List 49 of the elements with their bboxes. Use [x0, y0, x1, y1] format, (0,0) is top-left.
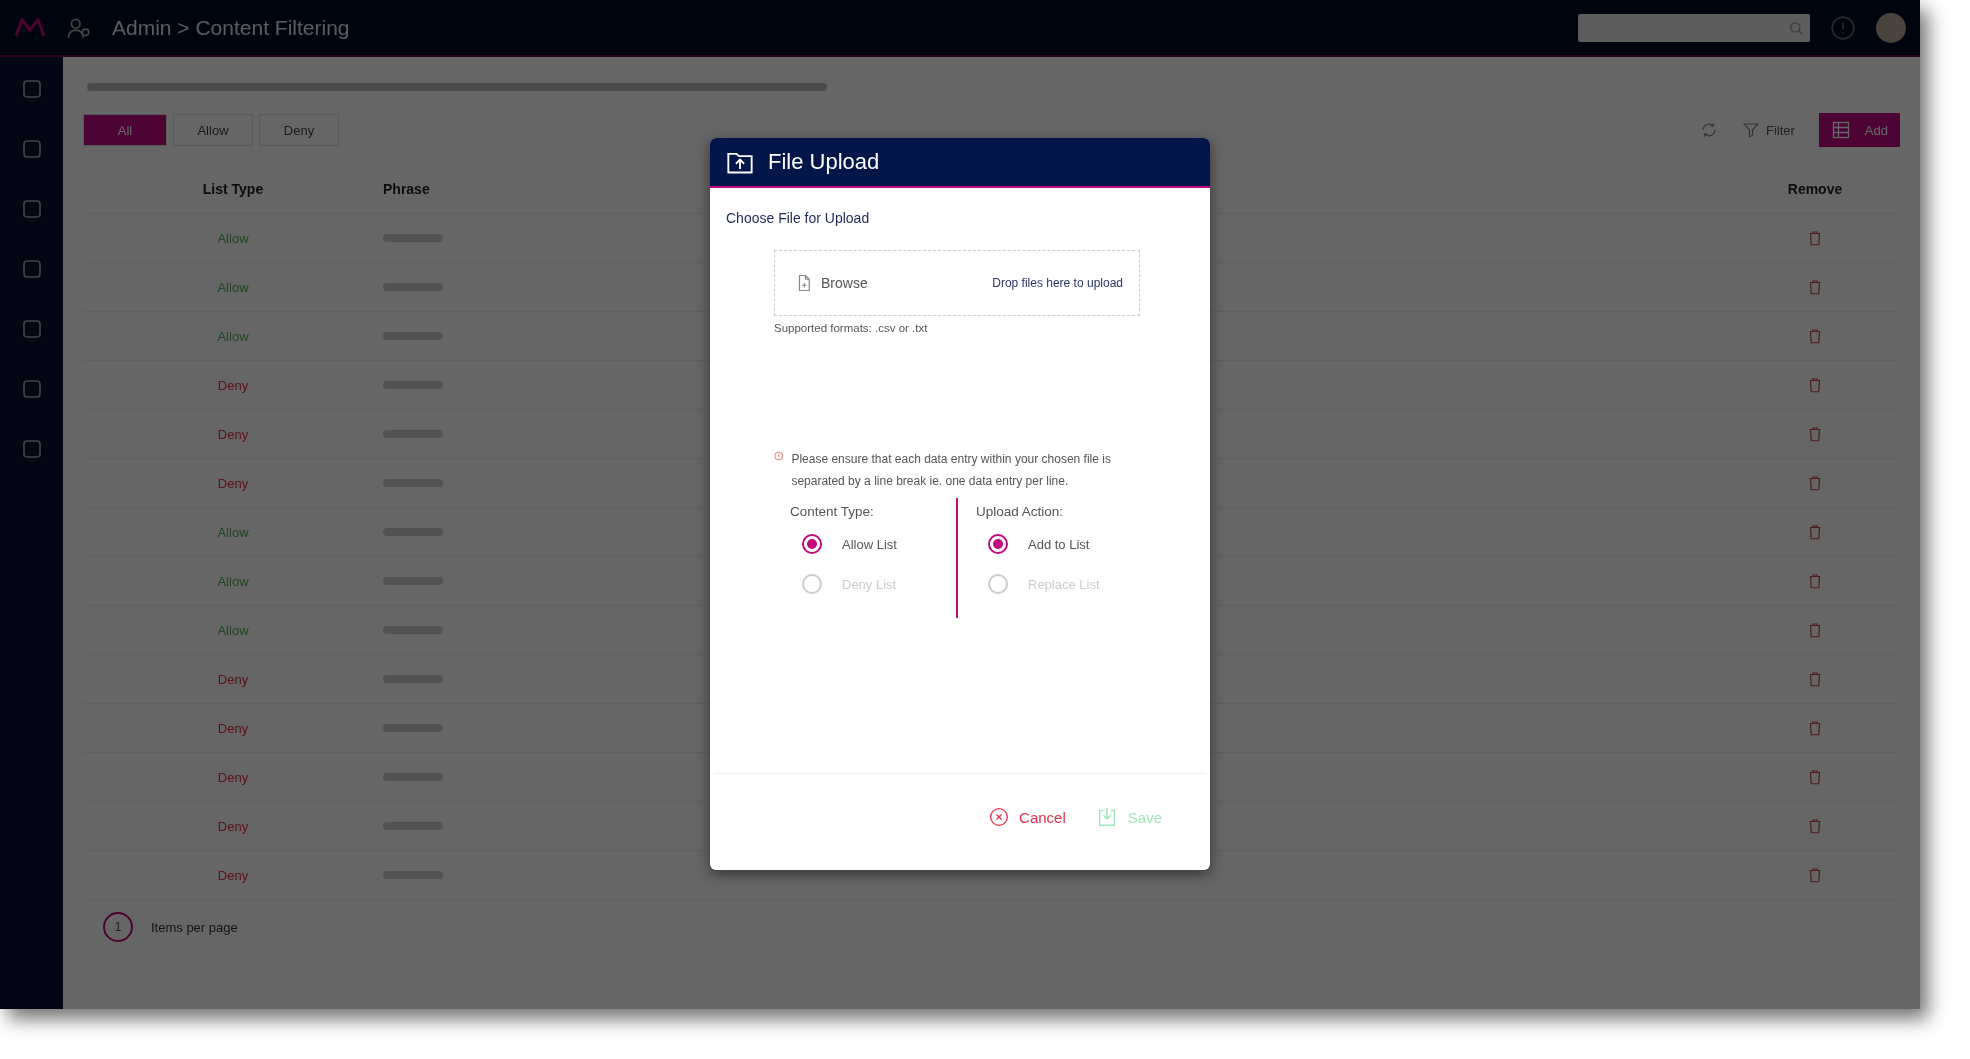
breadcrumb: Admin > Content Filtering: [112, 15, 350, 40]
page-number[interactable]: 1: [103, 912, 133, 942]
cancel-button[interactable]: Cancel: [989, 807, 1066, 827]
list-type-cell: Allow: [217, 328, 249, 344]
list-type-cell: Deny: [217, 426, 249, 442]
formats-note: Supported formats: .csv or .txt: [774, 322, 929, 334]
funnel-icon: [1741, 121, 1760, 139]
list-type-cell: Allow: [217, 230, 249, 246]
filter-tab[interactable]: Allow: [173, 114, 253, 146]
radio-label: Allow List: [842, 536, 897, 552]
list-type-cell: Allow: [217, 524, 249, 540]
group-label: Upload Action:: [976, 504, 1065, 519]
section-label: Choose File for Upload: [726, 210, 871, 226]
list-type-cell: Deny: [217, 769, 249, 785]
help-icon: [1830, 14, 1856, 41]
radio-button[interactable]: [988, 534, 1008, 554]
radio-label: Add to List: [1028, 536, 1090, 552]
dialog-title: File Upload: [768, 149, 880, 175]
list-type-cell: Deny: [217, 818, 249, 834]
list-type-cell: Deny: [217, 475, 249, 491]
refresh-icon: [1699, 121, 1718, 139]
drop-hint: Drop files here to upload: [992, 276, 1123, 290]
filter-tab[interactable]: Deny: [259, 114, 339, 146]
search-field[interactable]: [1578, 13, 1810, 42]
warning-icon: [774, 448, 784, 464]
grid-icon: [1830, 120, 1851, 140]
list-type-cell: Deny: [217, 377, 249, 393]
browse-button[interactable]: Browse: [795, 274, 868, 292]
list-type-cell: Deny: [217, 671, 249, 687]
filter-button[interactable]: Filter: [1735, 120, 1801, 140]
column-header: List Type: [202, 181, 264, 197]
add-button[interactable]: Add: [1818, 113, 1900, 147]
logo-icon: [14, 17, 46, 38]
items-per-page-label: Items per page: [151, 919, 238, 935]
list-type-cell: Deny: [217, 867, 249, 883]
column-header: Remove: [1787, 181, 1843, 197]
avatar[interactable]: [1876, 12, 1906, 43]
group-label: Content Type:: [790, 504, 875, 519]
warning-text: Please ensure that each data entry within your chosen file is separated by a line break ie. one data entry per line.: [791, 451, 1112, 490]
column-header: Phrase: [383, 181, 431, 197]
list-type-cell: Allow: [217, 622, 249, 638]
list-type-cell: Allow: [217, 279, 249, 295]
filter-tab[interactable]: All: [83, 114, 167, 146]
close-icon: [989, 807, 1010, 827]
search-icon: [1788, 19, 1804, 36]
radio-button[interactable]: [802, 534, 822, 554]
drop-zone[interactable]: Browse Drop files here to upload: [774, 250, 1140, 316]
list-type-cell: Allow: [217, 573, 249, 589]
list-type-cell: Deny: [217, 720, 249, 736]
